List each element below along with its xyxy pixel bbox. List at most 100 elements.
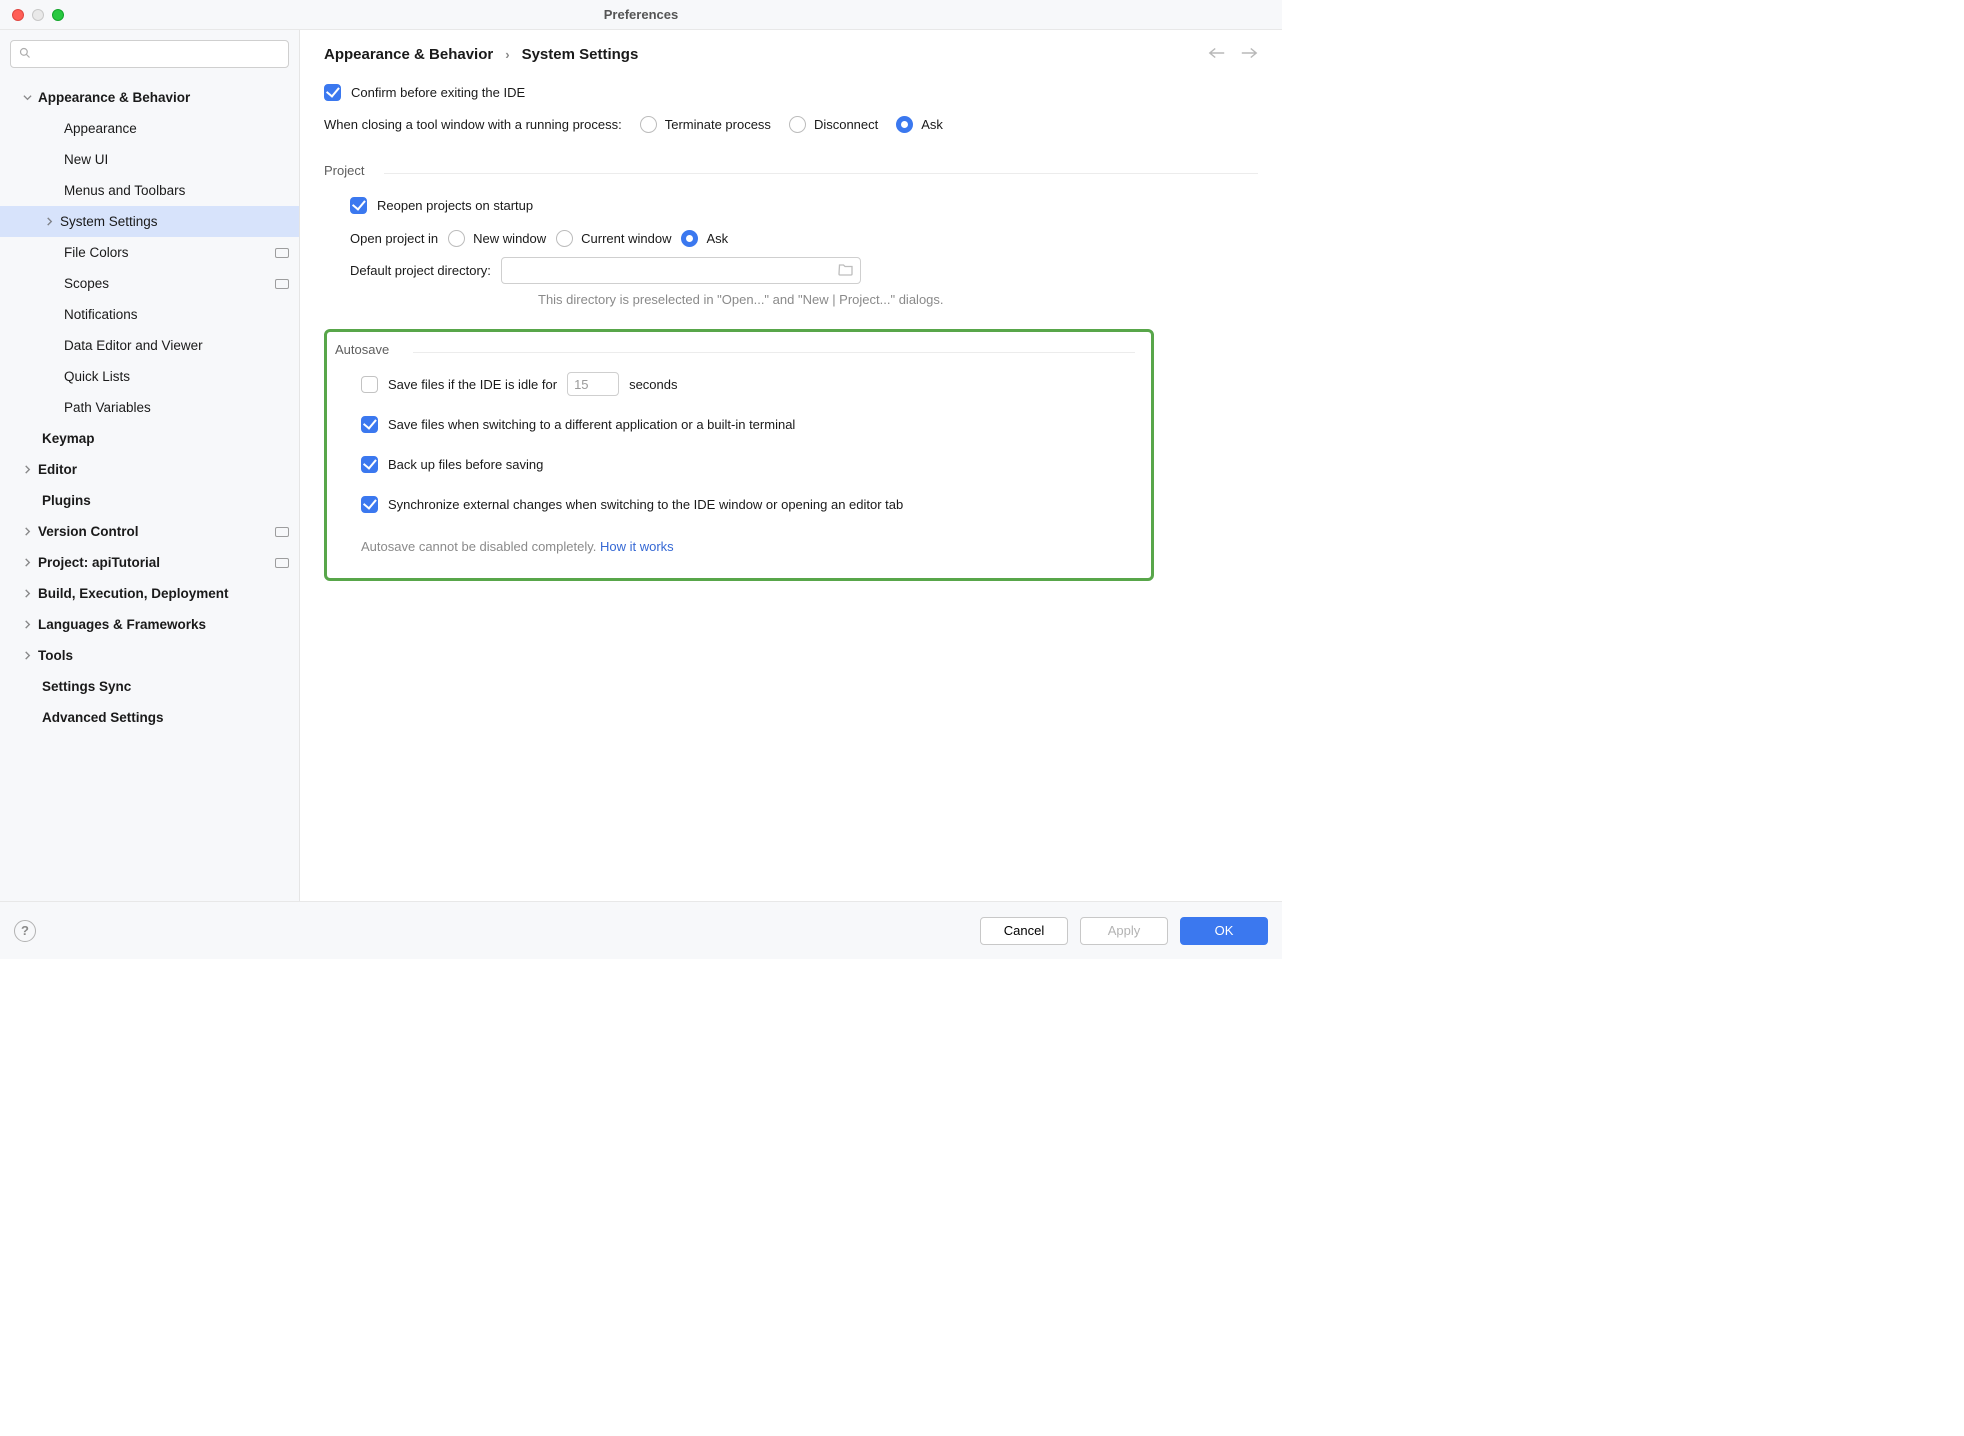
nav-arrows bbox=[1208, 46, 1258, 63]
help-icon[interactable]: ? bbox=[14, 920, 36, 942]
radio-label: New window bbox=[473, 231, 546, 246]
forward-icon[interactable] bbox=[1240, 46, 1258, 63]
sidebar-item-build[interactable]: Build, Execution, Deployment bbox=[0, 578, 299, 609]
cancel-button[interactable]: Cancel bbox=[980, 917, 1068, 945]
sidebar-item-appearance-behavior[interactable]: Appearance & Behavior bbox=[0, 82, 299, 113]
sidebar-item-advanced[interactable]: Advanced Settings bbox=[0, 702, 299, 733]
settings-sidebar: Appearance & Behavior Appearance New UI … bbox=[0, 30, 300, 901]
sidebar-item-scopes[interactable]: Scopes bbox=[0, 268, 299, 299]
sync-checkbox[interactable] bbox=[361, 496, 378, 513]
sync-label: Synchronize external changes when switch… bbox=[388, 497, 903, 512]
section-title: Project bbox=[324, 163, 1258, 178]
sidebar-item-tools[interactable]: Tools bbox=[0, 640, 299, 671]
sidebar-item-version-control[interactable]: Version Control bbox=[0, 516, 299, 547]
chevron-right-icon bbox=[20, 556, 34, 570]
sidebar-item-new-ui[interactable]: New UI bbox=[0, 144, 299, 175]
autosave-note-text: Autosave cannot be disabled completely. bbox=[361, 539, 600, 554]
confirm-exit-label: Confirm before exiting the IDE bbox=[351, 85, 525, 100]
chevron-right-icon bbox=[20, 463, 34, 477]
sidebar-item-file-colors[interactable]: File Colors bbox=[0, 237, 299, 268]
chevron-down-icon bbox=[20, 91, 34, 105]
sidebar-item-label: Tools bbox=[38, 648, 289, 663]
autosave-section: Autosave Save files if the IDE is idle f… bbox=[324, 329, 1154, 581]
project-section: Project Reopen projects on startup Open … bbox=[324, 163, 1258, 307]
idle-seconds-input[interactable] bbox=[567, 372, 619, 396]
radio-ask[interactable] bbox=[896, 116, 913, 133]
project-badge-icon bbox=[275, 527, 289, 537]
confirm-exit-checkbox[interactable] bbox=[324, 84, 341, 101]
settings-content: Appearance & Behavior › System Settings … bbox=[300, 30, 1282, 901]
radio-current-window[interactable] bbox=[556, 230, 573, 247]
sidebar-item-label: Languages & Frameworks bbox=[38, 617, 289, 632]
project-badge-icon bbox=[275, 248, 289, 258]
open-in-label: Open project in bbox=[350, 231, 438, 246]
autosave-note: Autosave cannot be disabled completely. … bbox=[335, 539, 1135, 554]
sidebar-item-label: Advanced Settings bbox=[42, 710, 289, 725]
sidebar-item-project[interactable]: Project: apiTutorial bbox=[0, 547, 299, 578]
sidebar-item-label: Keymap bbox=[42, 431, 289, 446]
radio-terminate[interactable] bbox=[640, 116, 657, 133]
sidebar-item-label: File Colors bbox=[64, 245, 275, 260]
sidebar-item-appearance[interactable]: Appearance bbox=[0, 113, 299, 144]
sidebar-item-label: System Settings bbox=[60, 214, 289, 229]
sidebar-item-path-variables[interactable]: Path Variables bbox=[0, 392, 299, 423]
chevron-right-icon bbox=[20, 649, 34, 663]
apply-button[interactable]: Apply bbox=[1080, 917, 1168, 945]
sidebar-item-label: Quick Lists bbox=[64, 369, 289, 384]
back-icon[interactable] bbox=[1208, 46, 1226, 63]
sidebar-item-label: New UI bbox=[64, 152, 289, 167]
radio-label: Disconnect bbox=[814, 117, 878, 132]
search-field[interactable] bbox=[10, 40, 289, 68]
ok-button[interactable]: OK bbox=[1180, 917, 1268, 945]
sidebar-item-label: Notifications bbox=[64, 307, 289, 322]
folder-icon[interactable] bbox=[838, 262, 854, 279]
dialog-footer: ? Cancel Apply OK bbox=[0, 901, 1282, 959]
how-it-works-link[interactable]: How it works bbox=[600, 539, 674, 554]
default-dir-label: Default project directory: bbox=[350, 263, 491, 278]
sidebar-item-quick-lists[interactable]: Quick Lists bbox=[0, 361, 299, 392]
sidebar-item-languages[interactable]: Languages & Frameworks bbox=[0, 609, 299, 640]
project-badge-icon bbox=[275, 558, 289, 568]
sidebar-item-label: Version Control bbox=[38, 524, 275, 539]
default-dir-field[interactable] bbox=[501, 257, 861, 284]
reopen-checkbox[interactable] bbox=[350, 197, 367, 214]
chevron-right-icon bbox=[42, 215, 56, 229]
sidebar-item-label: Appearance & Behavior bbox=[38, 90, 289, 105]
idle-save-checkbox[interactable] bbox=[361, 376, 378, 393]
sidebar-item-editor[interactable]: Editor bbox=[0, 454, 299, 485]
breadcrumb-part: System Settings bbox=[522, 46, 639, 63]
project-badge-icon bbox=[275, 279, 289, 289]
reopen-label: Reopen projects on startup bbox=[377, 198, 533, 213]
backup-checkbox[interactable] bbox=[361, 456, 378, 473]
close-process-label: When closing a tool window with a runnin… bbox=[324, 117, 622, 132]
chevron-right-icon bbox=[20, 618, 34, 632]
radio-label: Current window bbox=[581, 231, 671, 246]
radio-new-window[interactable] bbox=[448, 230, 465, 247]
switch-save-checkbox[interactable] bbox=[361, 416, 378, 433]
window-title: Preferences bbox=[0, 0, 1282, 29]
breadcrumb: Appearance & Behavior › System Settings bbox=[324, 46, 1258, 63]
sidebar-item-notifications[interactable]: Notifications bbox=[0, 299, 299, 330]
radio-label: Ask bbox=[706, 231, 728, 246]
chevron-right-icon bbox=[20, 587, 34, 601]
sidebar-item-label: Menus and Toolbars bbox=[64, 183, 289, 198]
settings-tree: Appearance & Behavior Appearance New UI … bbox=[0, 76, 299, 733]
sidebar-item-settings-sync[interactable]: Settings Sync bbox=[0, 671, 299, 702]
search-input[interactable] bbox=[35, 46, 280, 63]
idle-save-label-b: seconds bbox=[629, 377, 677, 392]
sidebar-item-label: Settings Sync bbox=[42, 679, 289, 694]
sidebar-item-label: Path Variables bbox=[64, 400, 289, 415]
sidebar-item-menus[interactable]: Menus and Toolbars bbox=[0, 175, 299, 206]
sidebar-item-data-editor[interactable]: Data Editor and Viewer bbox=[0, 330, 299, 361]
sidebar-item-label: Project: apiTutorial bbox=[38, 555, 275, 570]
sidebar-item-label: Editor bbox=[38, 462, 289, 477]
radio-disconnect[interactable] bbox=[789, 116, 806, 133]
sidebar-item-plugins[interactable]: Plugins bbox=[0, 485, 299, 516]
default-dir-input[interactable] bbox=[502, 263, 838, 278]
sidebar-item-system-settings[interactable]: System Settings bbox=[0, 206, 299, 237]
radio-label: Ask bbox=[921, 117, 943, 132]
sidebar-item-keymap[interactable]: Keymap bbox=[0, 423, 299, 454]
radio-open-ask[interactable] bbox=[681, 230, 698, 247]
titlebar: Preferences bbox=[0, 0, 1282, 30]
sidebar-item-label: Appearance bbox=[64, 121, 289, 136]
